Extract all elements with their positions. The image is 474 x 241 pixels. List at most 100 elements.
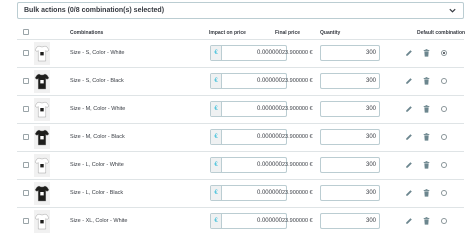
header-final-price: Final price: [275, 30, 301, 36]
currency-symbol: €: [211, 130, 222, 144]
quantity-value: 300: [365, 162, 376, 168]
final-price: 23.900000 €: [282, 50, 313, 56]
pencil-icon[interactable]: [405, 161, 413, 169]
row-select-checkbox[interactable]: [23, 218, 29, 224]
header-default-combination: Default combination: [417, 30, 466, 36]
table-row: Size - XL, Color - White €0.000000 23.9000…: [17, 208, 464, 235]
quantity-value: 300: [365, 106, 376, 112]
impact-on-price-input[interactable]: €0.000000: [210, 157, 287, 173]
trash-icon[interactable]: [423, 77, 430, 85]
impact-on-price-input[interactable]: €0.000000: [210, 129, 287, 145]
quantity-value: 300: [365, 50, 376, 56]
impact-on-price-input[interactable]: €0.000000: [210, 73, 287, 89]
quantity-input[interactable]: 300: [320, 73, 380, 89]
impact-on-price-value: 0.000000: [256, 106, 282, 112]
header-quantity: Quantity: [320, 30, 341, 36]
trash-icon[interactable]: [423, 105, 430, 113]
pencil-icon[interactable]: [405, 49, 413, 57]
quantity-input[interactable]: 300: [320, 185, 380, 201]
currency-symbol: €: [211, 186, 222, 200]
quantity-input[interactable]: 300: [320, 45, 380, 61]
tshirt-icon: [34, 157, 50, 174]
impact-on-price-input[interactable]: €0.000000: [210, 45, 287, 61]
combination-name: Size - M, Color - White: [70, 106, 126, 112]
table-row: Size - L, Color - White €0.000000 23.90000…: [17, 152, 464, 179]
header-combinations: Combinations: [70, 30, 104, 36]
quantity-value: 300: [365, 134, 376, 140]
currency-symbol: €: [211, 214, 222, 228]
default-combination-radio[interactable]: [441, 106, 447, 112]
quantity-input[interactable]: 300: [320, 157, 380, 173]
final-price: 23.900000 €: [282, 134, 313, 140]
combination-name: Size - S, Color - Black: [70, 78, 124, 84]
impact-on-price-value: 0.000000: [256, 50, 282, 56]
row-select-checkbox[interactable]: [23, 162, 29, 168]
combination-name: Size - XL, Color - White: [70, 218, 128, 224]
pencil-icon[interactable]: [405, 189, 413, 197]
default-combination-radio[interactable]: [441, 78, 447, 84]
tshirt-icon: [34, 101, 50, 118]
pencil-icon[interactable]: [405, 77, 413, 85]
impact-on-price-value: 0.000000: [256, 218, 282, 224]
trash-icon[interactable]: [423, 133, 430, 141]
quantity-input[interactable]: 300: [320, 101, 380, 117]
tshirt-icon: [34, 185, 50, 202]
pencil-icon[interactable]: [405, 133, 413, 141]
quantity-input[interactable]: 300: [320, 213, 380, 229]
product-thumbnail: [34, 98, 50, 121]
impact-on-price-value: 0.000000: [256, 162, 282, 168]
table-row: Size - M, Color - White €0.000000 23.90000…: [17, 96, 464, 123]
tshirt-icon: [34, 213, 50, 230]
impact-on-price-value: 0.000000: [256, 134, 282, 140]
combination-name: Size - S, Color - White: [70, 50, 125, 56]
row-select-checkbox[interactable]: [23, 106, 29, 112]
quantity-value: 300: [365, 218, 376, 224]
impact-on-price-input[interactable]: €0.000000: [210, 101, 287, 117]
final-price: 23.900000 €: [282, 162, 313, 168]
default-combination-radio[interactable]: [441, 162, 447, 168]
impact-on-price-value: 0.000000: [256, 78, 282, 84]
impact-on-price-input[interactable]: €0.000000: [210, 213, 287, 229]
product-thumbnail: [34, 42, 50, 65]
trash-icon[interactable]: [423, 217, 430, 225]
row-select-checkbox[interactable]: [23, 134, 29, 140]
default-combination-radio[interactable]: [441, 190, 447, 196]
default-combination-radio[interactable]: [441, 218, 447, 224]
table-row: Size - S, Color - Black €0.000000 23.90000…: [17, 68, 464, 95]
bulk-actions-dropdown[interactable]: Bulk actions (0/8 combination(s) selecte…: [17, 2, 464, 19]
row-select-checkbox[interactable]: [23, 190, 29, 196]
currency-symbol: €: [211, 102, 222, 116]
final-price: 23.900000 €: [282, 190, 313, 196]
product-thumbnail: [34, 154, 50, 177]
table-header: Combinations Impact on price Final price…: [17, 27, 466, 39]
trash-icon[interactable]: [423, 161, 430, 169]
product-thumbnail: [34, 182, 50, 205]
tshirt-icon: [34, 73, 50, 90]
default-combination-radio[interactable]: [441, 50, 447, 56]
select-all-checkbox[interactable]: [23, 29, 29, 35]
pencil-icon[interactable]: [405, 105, 413, 113]
quantity-input[interactable]: 300: [320, 129, 380, 145]
trash-icon[interactable]: [423, 189, 430, 197]
row-select-checkbox[interactable]: [23, 78, 29, 84]
quantity-value: 300: [365, 190, 376, 196]
impact-on-price-input[interactable]: €0.000000: [210, 185, 287, 201]
chevron-down-icon: [449, 8, 456, 13]
impact-on-price-value: 0.000000: [256, 190, 282, 196]
pencil-icon[interactable]: [405, 217, 413, 225]
combination-name: Size - L, Color - White: [70, 162, 124, 168]
row-select-checkbox[interactable]: [23, 50, 29, 56]
quantity-value: 300: [365, 78, 376, 84]
product-thumbnail: [34, 70, 50, 93]
currency-symbol: €: [211, 74, 222, 88]
tshirt-icon: [34, 45, 50, 62]
combination-name: Size - L, Color - Black: [70, 190, 124, 196]
currency-symbol: €: [211, 158, 222, 172]
trash-icon[interactable]: [423, 49, 430, 57]
final-price: 23.900000 €: [282, 218, 313, 224]
final-price: 23.900000 €: [282, 106, 313, 112]
product-thumbnail: [34, 210, 50, 233]
default-combination-radio[interactable]: [441, 134, 447, 140]
table-row: Size - M, Color - Black €0.000000 23.90000…: [17, 124, 464, 151]
table-row: Size - L, Color - Black €0.000000 23.90000…: [17, 180, 464, 207]
